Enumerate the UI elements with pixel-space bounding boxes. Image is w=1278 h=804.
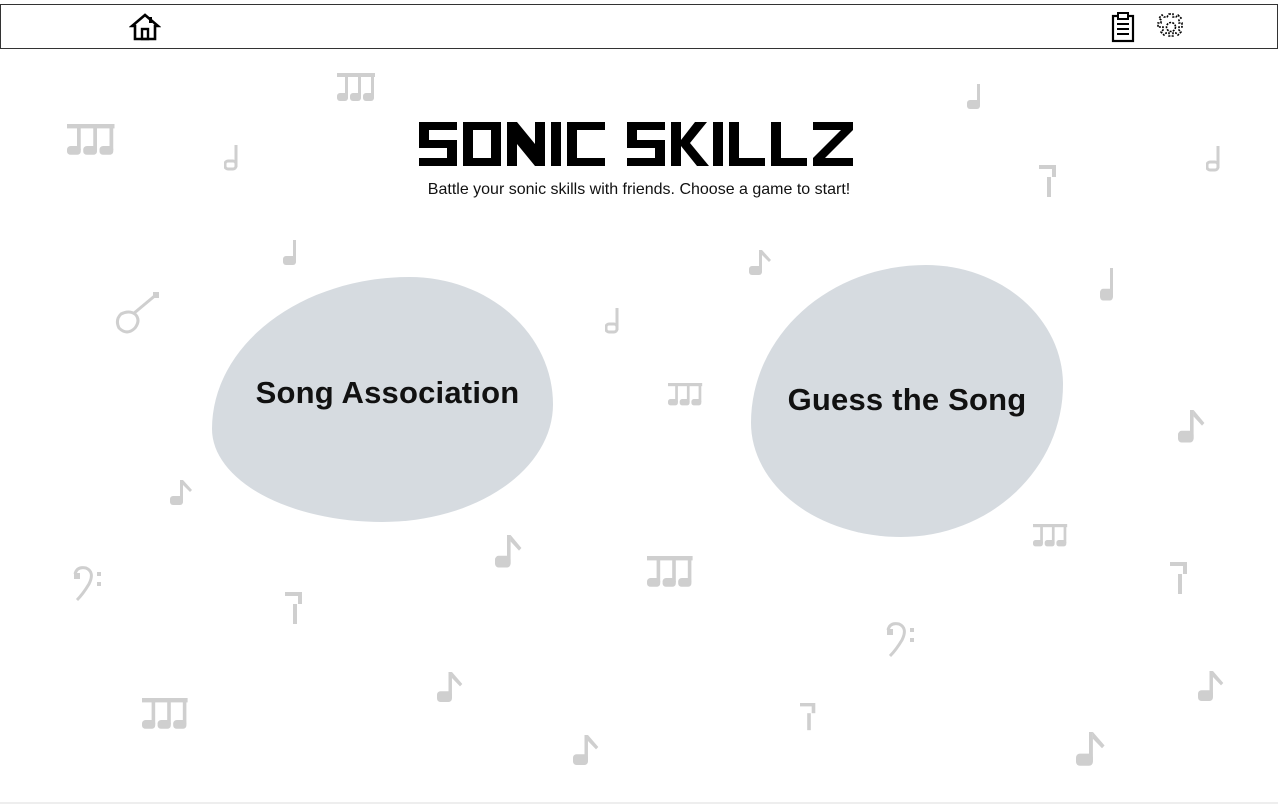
quarter-note-icon (1100, 268, 1113, 301)
eighth-rest-icon (285, 592, 302, 624)
guitar-icon (115, 292, 161, 334)
beamed-notes-icon (647, 556, 693, 587)
home-icon[interactable] (129, 11, 161, 43)
beamed-notes-icon (337, 73, 375, 101)
guess-the-song-button[interactable]: Guess the Song (751, 265, 1063, 537)
song-association-button[interactable]: Song Association (212, 277, 553, 522)
eighth-note-icon (573, 735, 599, 765)
eighth-rest-icon (800, 703, 816, 731)
eighth-note-icon (495, 535, 522, 568)
clipboard-icon[interactable] (1107, 11, 1139, 43)
quarter-note-icon (967, 84, 980, 109)
beamed-notes-icon (668, 383, 703, 406)
beamed-notes-icon (1033, 524, 1068, 547)
top-navigation-bar (0, 4, 1278, 49)
title-logo (419, 122, 853, 166)
eighth-rest-icon (1170, 562, 1187, 594)
game-title (0, 118, 1278, 170)
eighth-note-icon (1198, 671, 1224, 701)
guess-the-song-label: Guess the Song (787, 382, 1027, 417)
quarter-note-icon (283, 240, 296, 265)
eighth-note-icon (749, 250, 771, 275)
half-note-icon (605, 308, 619, 334)
eighth-note-icon (1178, 410, 1205, 443)
song-association-label: Song Association (255, 374, 520, 410)
eighth-note-icon (170, 480, 192, 505)
gear-icon[interactable] (1155, 11, 1187, 43)
eighth-note-icon (1076, 732, 1105, 766)
beamed-notes-icon (142, 698, 188, 729)
subtitle: Battle your sonic skills with friends. C… (427, 181, 851, 198)
bass-clef-icon (73, 566, 103, 602)
bass-clef-icon (886, 622, 916, 658)
eighth-note-icon (437, 672, 463, 702)
